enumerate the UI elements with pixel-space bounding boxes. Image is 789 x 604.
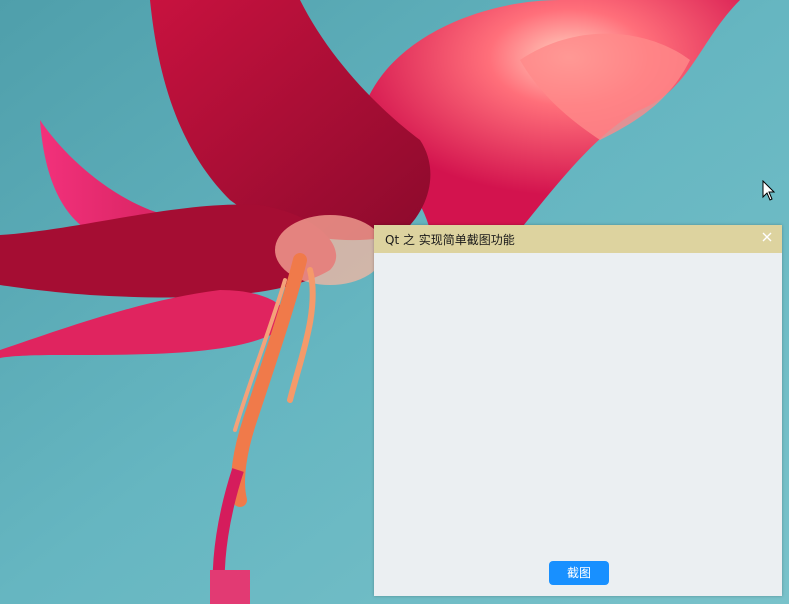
desktop: Qt 之 实现简单截图功能 截图 [0,0,789,604]
window-titlebar[interactable]: Qt 之 实现简单截图功能 [374,225,782,253]
screenshot-window: Qt 之 实现简单截图功能 截图 [374,225,782,596]
capture-button[interactable]: 截图 [549,561,609,585]
mouse-pointer-icon [762,180,776,201]
close-icon[interactable] [760,230,774,244]
window-title: Qt 之 实现简单截图功能 [385,233,515,247]
window-content: 截图 [374,253,782,596]
